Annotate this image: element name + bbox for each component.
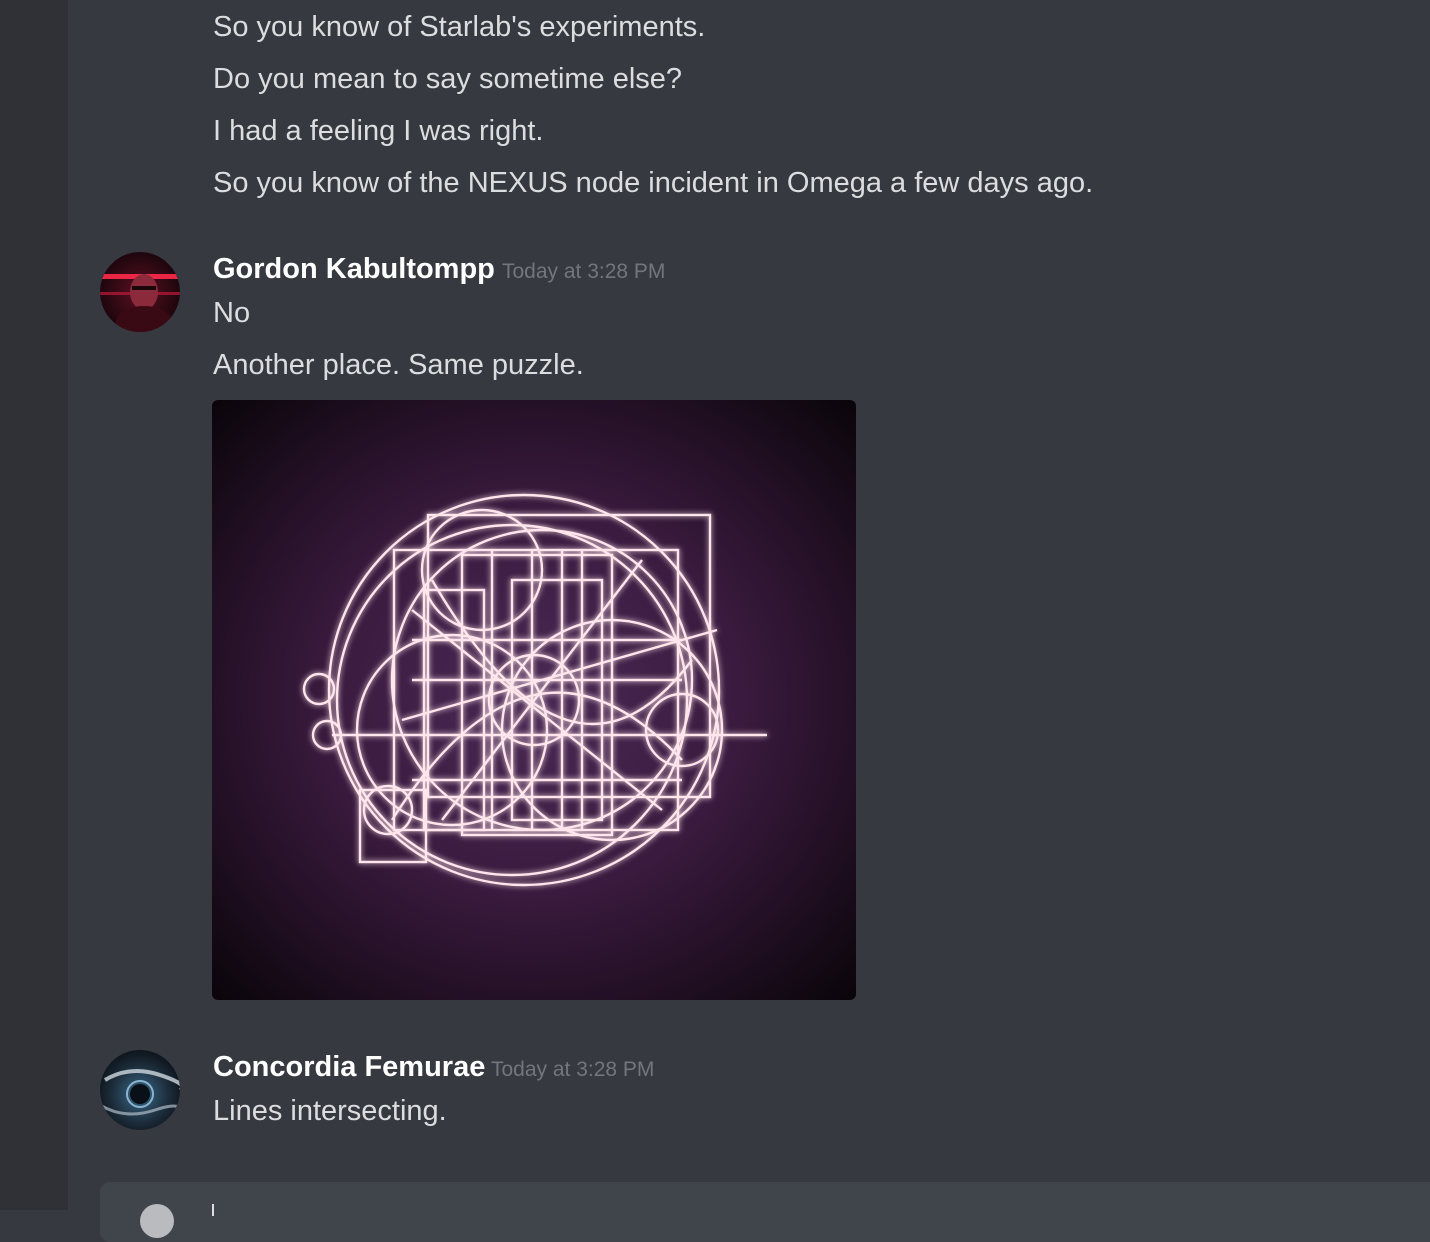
chat-area: So you know of Starlab's experiments. Do… (68, 0, 1430, 1242)
avatar[interactable] (100, 252, 180, 332)
username[interactable]: Concordia Femurae (213, 1049, 485, 1085)
message-composer[interactable] (100, 1182, 1430, 1242)
message-line: No (213, 297, 251, 329)
message-line: So you know of Starlab's experiments. (213, 11, 706, 43)
message-line: I had a feeling I was right. (213, 115, 544, 147)
timestamp: Today at 3:28 PM (491, 1058, 655, 1081)
message-line: Do you mean to say sometime else? (213, 63, 683, 95)
message-line: So you know of the NEXUS node incident i… (213, 167, 1094, 199)
text-caret (212, 1204, 214, 1216)
add-attachment-icon[interactable] (140, 1204, 174, 1238)
message-line: Lines intersecting. (213, 1095, 447, 1127)
message-line: Another place. Same puzzle. (213, 349, 584, 381)
server-sidebar (0, 0, 68, 1210)
avatar[interactable] (100, 1050, 180, 1130)
username[interactable]: Gordon Kabultompp (213, 251, 495, 287)
image-attachment[interactable] (212, 400, 856, 1000)
timestamp: Today at 3:28 PM (502, 260, 666, 283)
